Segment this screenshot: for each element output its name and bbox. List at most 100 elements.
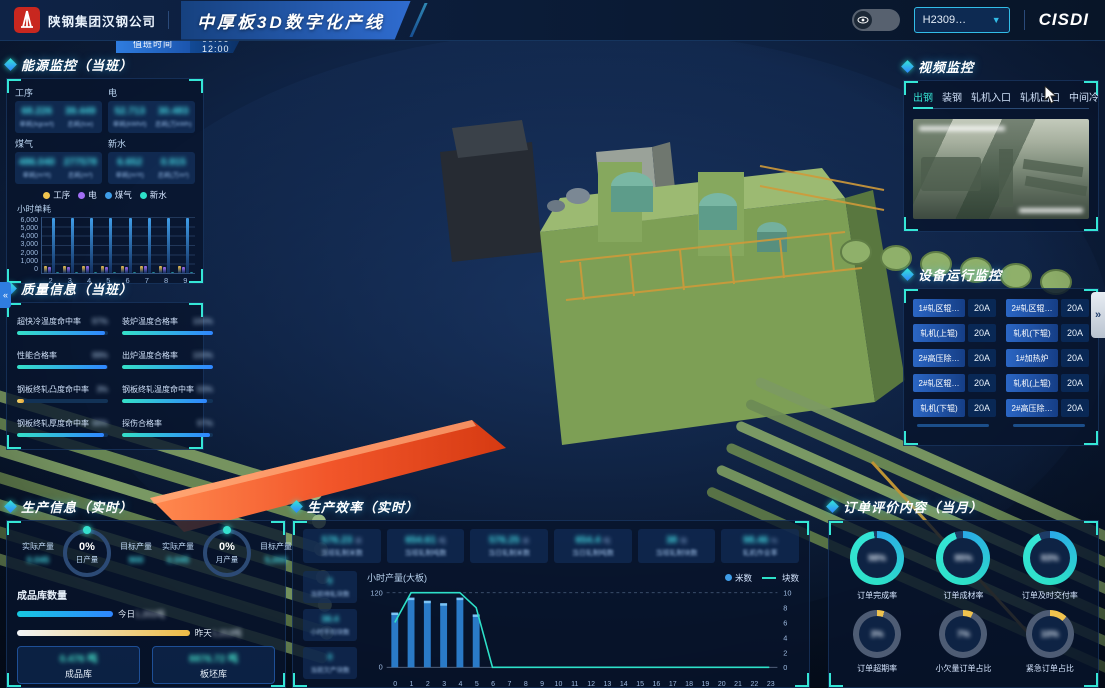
quality-label: 性能合格率 <box>17 350 57 361</box>
device-label-button[interactable]: 2#轧区辊… <box>913 374 965 392</box>
device-value: 20A <box>1061 374 1089 392</box>
efficiency-stat: 98.46 %轧机作业率 <box>721 529 799 563</box>
stat-unit: 米 <box>522 538 529 545</box>
bar <box>178 266 181 273</box>
efficiency-side-stat: 38.4小时平均块数 <box>303 609 357 641</box>
y-tick: 4,000 <box>15 233 38 240</box>
bar <box>190 272 193 273</box>
device-label-button[interactable]: 1#加热炉 <box>1006 349 1058 367</box>
video-tab-4[interactable]: 中间冷 <box>1069 89 1099 104</box>
bar-group <box>159 218 174 273</box>
bar <box>133 272 136 273</box>
efficiency-section: 生产效率（实时） 576.23 米当班轧制米数654.61 吨当班轧制吨数576… <box>292 496 810 688</box>
energy-metric: 68.226单耗(kgce/t) <box>15 101 59 133</box>
quality-bar-track <box>17 399 108 403</box>
bar <box>109 218 112 273</box>
x-tick: 19 <box>697 681 713 688</box>
energy-unit: 总耗(tce) <box>67 118 93 128</box>
svg-text:120: 120 <box>370 589 382 598</box>
video-tab-0[interactable]: 出钢 <box>913 89 933 104</box>
legend-dot-icon <box>105 192 112 199</box>
svg-text:8: 8 <box>783 604 787 613</box>
device-cell: 轧机(上辊)20A <box>1006 374 1089 392</box>
quality-item-head: 钢板终轧凸度命中率3% <box>17 384 108 395</box>
quality-bar-fill <box>17 399 24 403</box>
camera-osd-text <box>919 126 1005 131</box>
visibility-toggle[interactable] <box>852 9 900 31</box>
donut-hole: 3% <box>859 616 895 652</box>
efficiency-side-stat: 0当前待轧块数 <box>303 571 357 603</box>
bar <box>140 266 143 273</box>
daily-output-gauge: 实际产量 0.045 0% 日产量 目标产量 900 <box>17 529 157 577</box>
collapse-right-tab[interactable]: » <box>1091 292 1105 338</box>
quality-item: 装炉温度合格率 100% <box>122 312 213 338</box>
device-list: 1#轧区辊…20A2#轧区辊…20A轧机(上辊)20A轧机(下辊)20A2#高压… <box>913 299 1089 417</box>
header-bar: 陕钢集团汉钢公司 中厚板3D数字化产线 H2309… ▼ CISDI <box>0 0 1105 41</box>
video-tab-1[interactable]: 装钢 <box>942 89 962 104</box>
production-title: 生产信息（实时） <box>21 497 133 516</box>
stat-label: 轧机作业率 <box>743 548 778 558</box>
bar <box>163 267 166 273</box>
donut-value: 3% <box>871 629 884 639</box>
device-label-button[interactable]: 轧机(上辊) <box>913 324 965 342</box>
bar-group <box>101 218 116 273</box>
bar <box>86 266 89 273</box>
legend-item: 工序 <box>43 189 70 201</box>
bar <box>182 267 185 273</box>
target-output-label: 目标产量 <box>115 541 157 552</box>
y-tick: 3,000 <box>15 241 38 248</box>
day-ring-pct: 0% <box>79 541 95 553</box>
x-tick: 16 <box>648 681 664 688</box>
legend-item: 米数 <box>725 572 752 584</box>
bar <box>129 218 132 273</box>
x-tick: 8 <box>518 681 534 688</box>
svg-text:2: 2 <box>783 648 787 657</box>
panel-diamond-icon <box>290 500 303 513</box>
scrollbar-thumb[interactable] <box>917 424 989 427</box>
slab-stock-label: 板坯库 <box>200 667 227 680</box>
order-donut: 3%订单超期率 <box>837 610 917 677</box>
devices-title: 设备运行监控 <box>918 265 1002 284</box>
quality-bar-track <box>17 331 108 335</box>
device-cell: 1#加热炉20A <box>1006 349 1089 367</box>
device-label-button[interactable]: 轧机(下辊) <box>1006 324 1058 342</box>
collapse-left-tab[interactable]: « <box>0 282 11 308</box>
scrollbar-thumb[interactable] <box>1013 424 1085 427</box>
bar <box>152 272 155 273</box>
device-label-button[interactable]: 轧机(上辊) <box>1006 374 1058 392</box>
stat-value: 654.4 吨 <box>575 535 610 546</box>
quality-value: 97% <box>92 317 108 326</box>
quality-bar-fill <box>122 399 207 403</box>
energy-group-box: 486.040单耗(m³/t)277578总耗(m³) <box>15 152 102 184</box>
quality-bar-fill <box>122 433 210 437</box>
quality-value: 100% <box>193 317 213 326</box>
device-label-button[interactable]: 1#轧区辊… <box>913 299 965 317</box>
quality-label: 装炉温度合格率 <box>122 316 178 327</box>
energy-group: 电52.713单耗(kWh/t)30.483总耗(万kWh) <box>108 86 195 133</box>
quality-value: 96% <box>92 419 108 428</box>
donut-label: 紧急订单占比 <box>1026 663 1074 674</box>
device-label-button[interactable]: 2#高压除… <box>913 349 965 367</box>
device-label-button[interactable]: 2#高压除… <box>1006 399 1058 417</box>
energy-section: 能源监控（当班） 工序68.226单耗(kgce/t)39.449总耗(tce)… <box>6 54 204 284</box>
y-tick: 1,000 <box>15 258 38 265</box>
quality-label: 钢板终轧厚度命中率 <box>17 418 89 429</box>
bar <box>56 272 59 273</box>
device-label-button[interactable]: 轧机(下辊) <box>913 399 965 417</box>
feed-conveyor-shape <box>1025 176 1088 197</box>
device-label-button[interactable]: 2#轧区辊… <box>1006 299 1058 317</box>
line-select-dropdown[interactable]: H2309… ▼ <box>914 7 1010 33</box>
donut-ring: 98% <box>850 531 904 585</box>
production-section: 生产信息（实时） 实际产量 0.045 0% 日产量 目标产量 900 <box>6 496 286 688</box>
device-cell: 轧机(下辊)20A <box>913 399 996 417</box>
quality-label: 探伤合格率 <box>122 418 162 429</box>
energy-group-name: 电 <box>108 86 195 99</box>
svg-text:4: 4 <box>783 633 787 642</box>
stat-unit: 块 <box>680 538 687 545</box>
x-tick: 4 <box>452 681 468 688</box>
energy-title: 能源监控（当班） <box>21 55 133 74</box>
feed-conveyor-shape <box>1023 159 1084 177</box>
legend-label: 煤气 <box>115 189 132 201</box>
quality-item: 超快冷温度命中率97% <box>17 312 108 338</box>
video-tab-2[interactable]: 轧机入口 <box>971 89 1011 104</box>
